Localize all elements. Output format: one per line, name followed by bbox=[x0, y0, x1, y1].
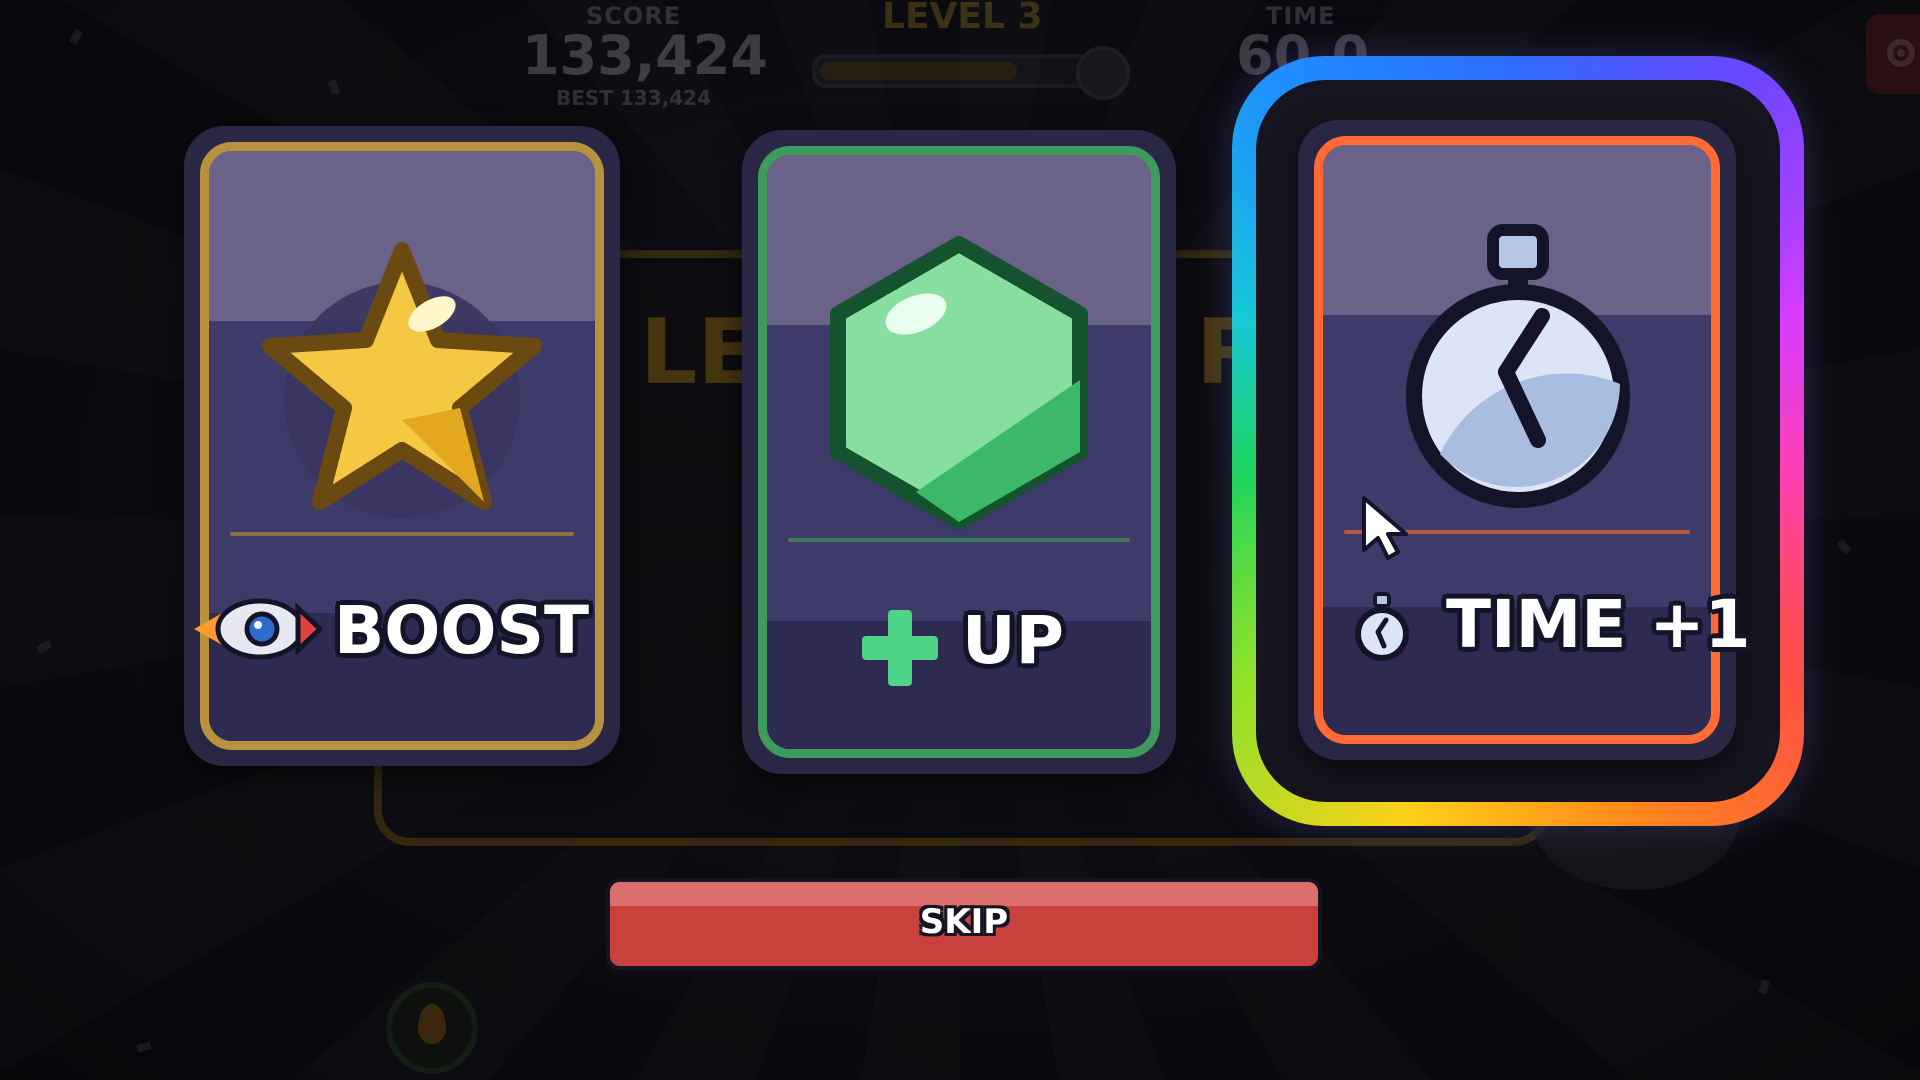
small-stopwatch-icon bbox=[1355, 592, 1409, 661]
skip-button[interactable]: SKIP bbox=[606, 878, 1322, 970]
mouse-cursor-icon bbox=[1362, 496, 1408, 560]
skip-button-label: SKIP bbox=[919, 902, 1009, 942]
card-label: BOOST bbox=[334, 592, 590, 669]
card-boost[interactable]: BOOST bbox=[184, 126, 620, 766]
star-icon bbox=[262, 242, 542, 518]
card-label: TIME +1 bbox=[1446, 586, 1751, 663]
card-time[interactable]: TIME +1 bbox=[1298, 120, 1751, 760]
green-gem-icon bbox=[830, 236, 1088, 530]
game-screen: SCORE 133,424 BEST 133,424 LEVEL 3 TIME … bbox=[0, 0, 1920, 1080]
card-up[interactable]: UP bbox=[742, 130, 1176, 774]
card-label: UP bbox=[962, 602, 1064, 679]
card-divider bbox=[230, 532, 574, 536]
stopwatch-icon bbox=[1406, 224, 1630, 508]
card-divider bbox=[788, 538, 1130, 542]
plus-icon bbox=[862, 610, 938, 686]
rocket-icon bbox=[194, 598, 322, 660]
